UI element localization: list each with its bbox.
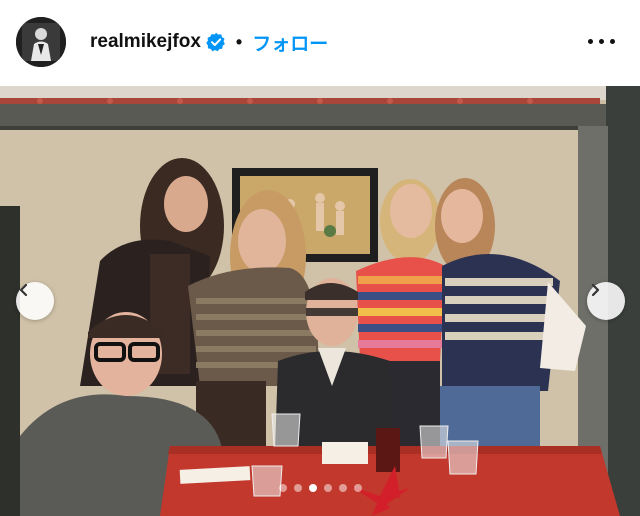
carousel-dot bbox=[338, 484, 347, 492]
post-photo[interactable] bbox=[0, 86, 640, 516]
post-header: realmikejfox • フォロー bbox=[0, 0, 640, 86]
carousel-dot bbox=[353, 484, 362, 492]
carousel-next-button[interactable] bbox=[587, 282, 625, 320]
chevron-left-icon bbox=[19, 283, 28, 297]
carousel-dot bbox=[308, 484, 317, 492]
separator-dot: • bbox=[235, 31, 243, 52]
carousel-dot bbox=[278, 484, 287, 492]
more-options-icon[interactable] bbox=[588, 30, 618, 54]
photo-image bbox=[0, 86, 640, 516]
verified-badge-icon bbox=[206, 32, 225, 52]
carousel-dot bbox=[323, 484, 332, 492]
carousel-prev-button[interactable] bbox=[16, 282, 54, 320]
carousel-pagination bbox=[0, 484, 640, 492]
follow-button[interactable]: フォロー bbox=[252, 29, 328, 56]
carousel-dot bbox=[293, 484, 302, 492]
username-link[interactable]: realmikejfox bbox=[90, 31, 201, 53]
profile-avatar[interactable] bbox=[16, 17, 66, 67]
username-row: realmikejfox • フォロー bbox=[90, 28, 328, 56]
chevron-right-icon bbox=[591, 283, 600, 297]
